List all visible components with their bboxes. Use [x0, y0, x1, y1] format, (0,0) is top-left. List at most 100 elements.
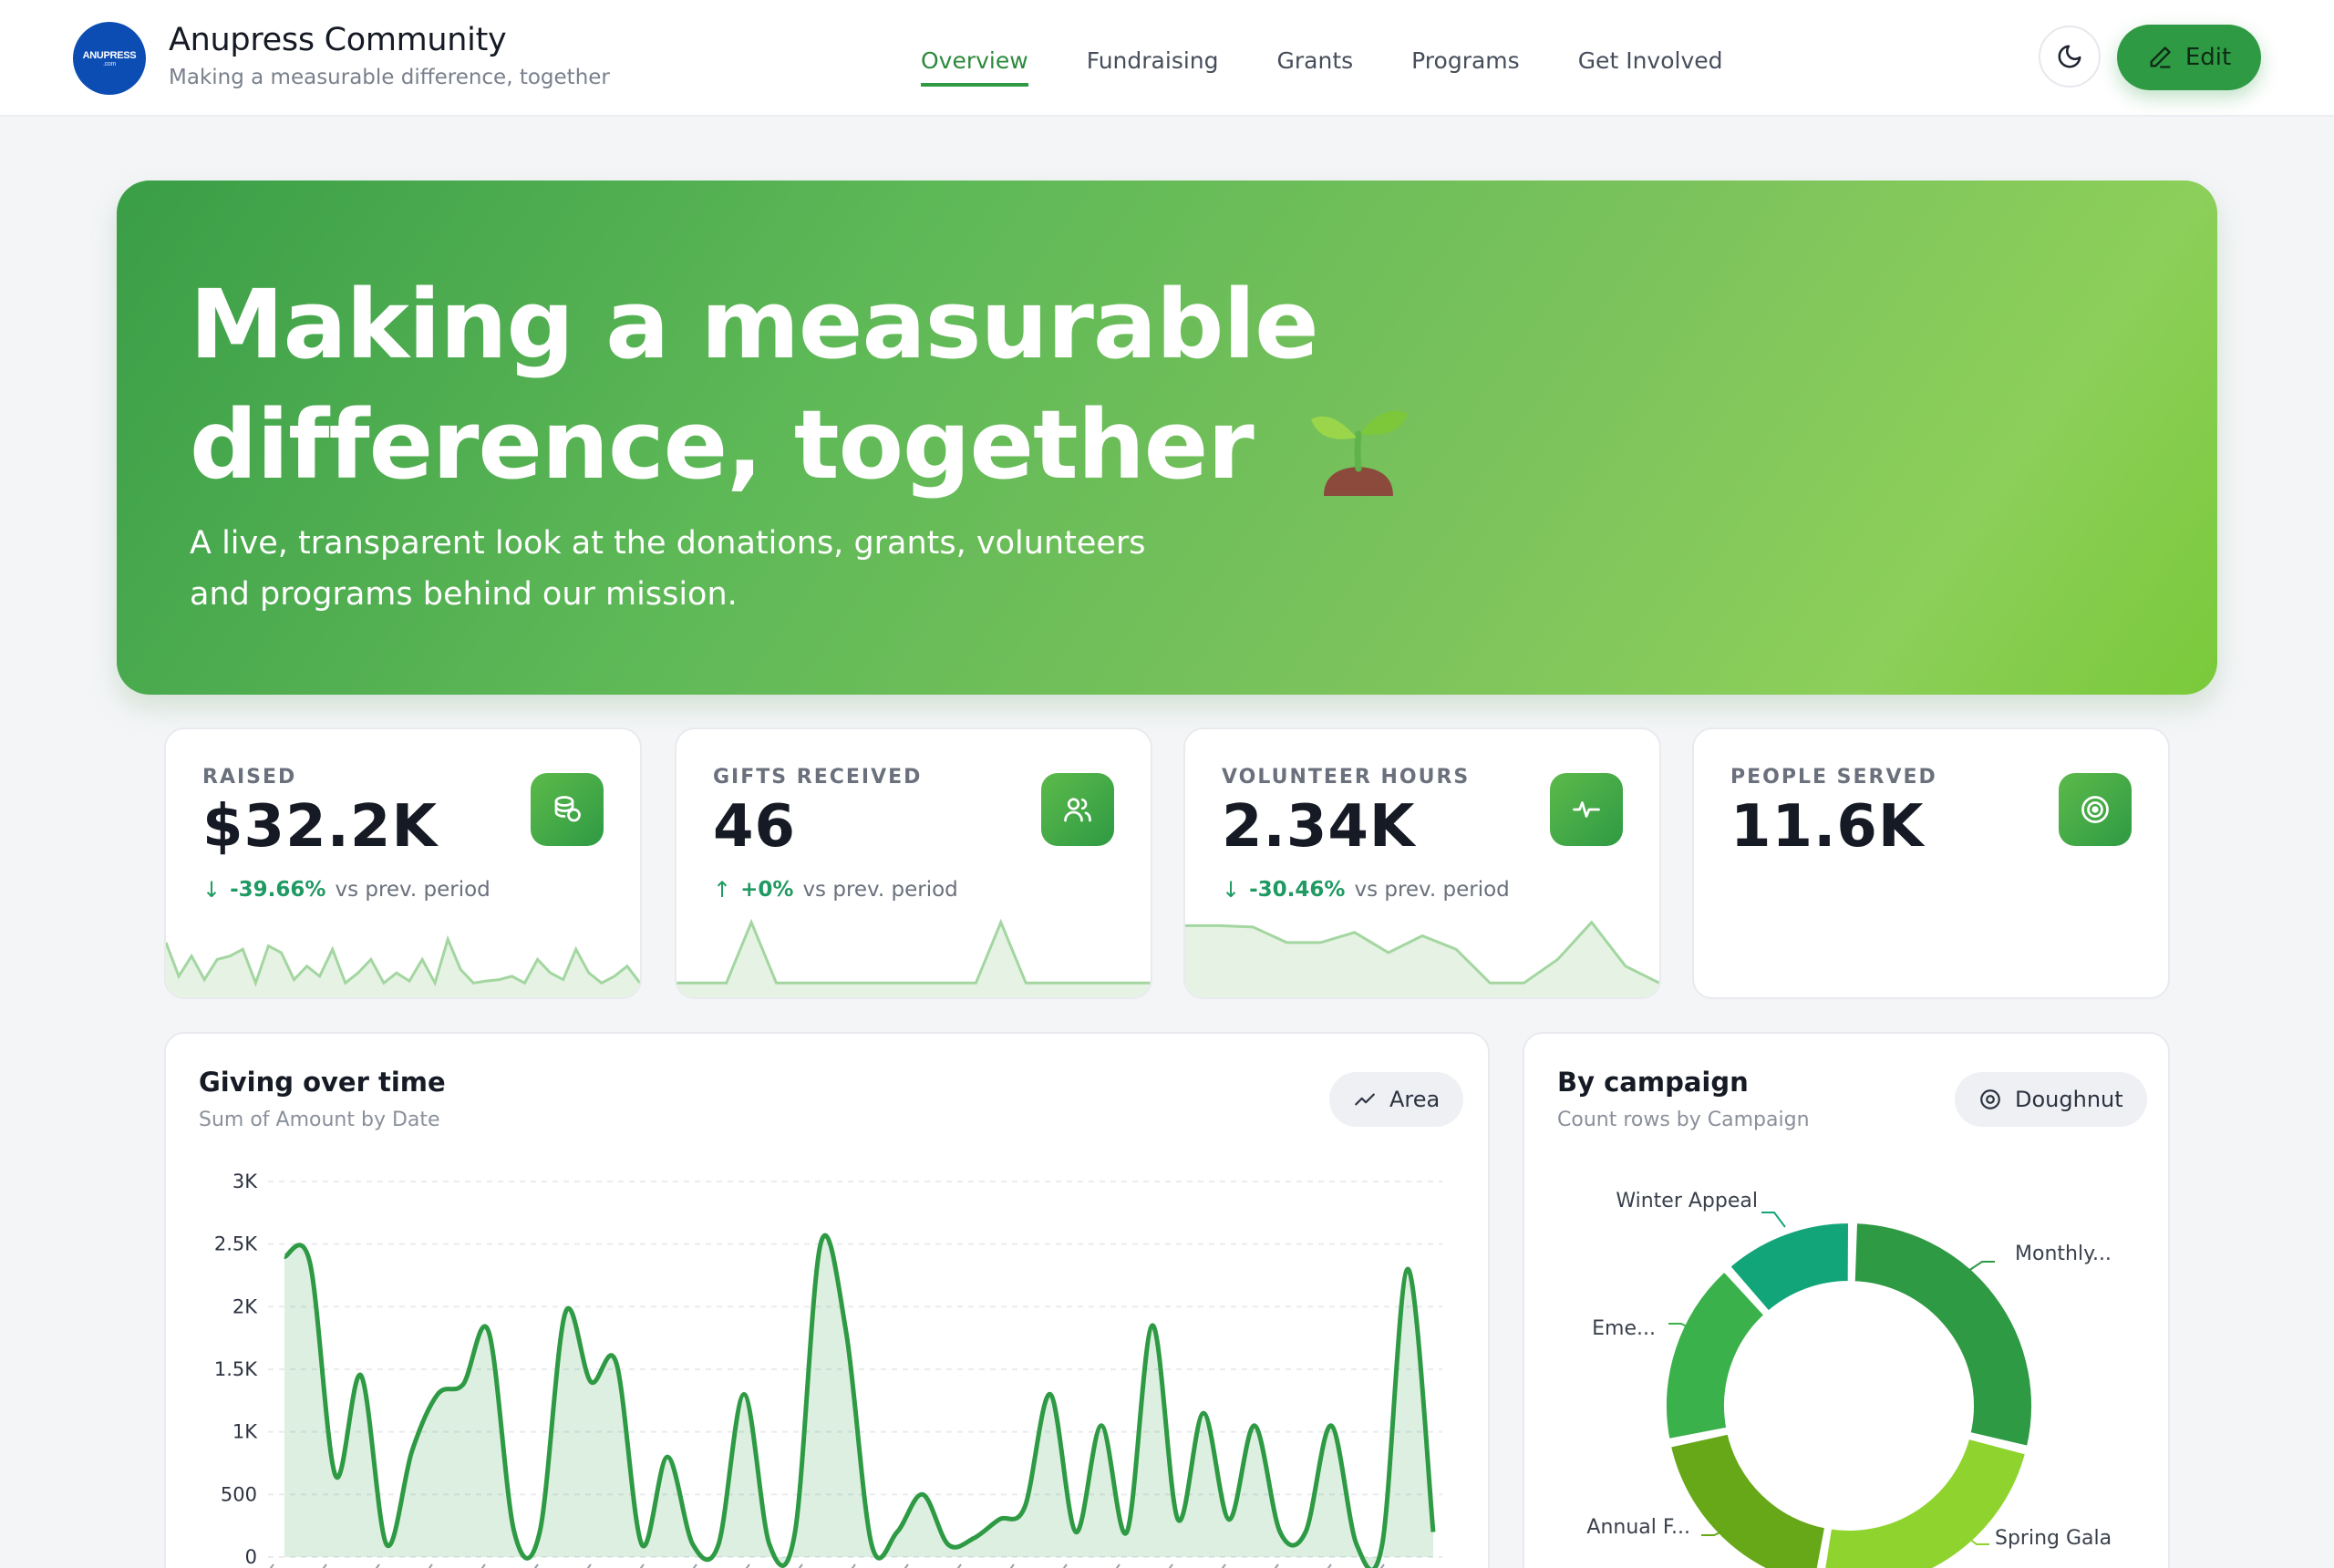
nav-grants[interactable]: Grants [1277, 47, 1354, 87]
stat-icon-box [1550, 773, 1623, 846]
area-chart: 0 500 1K 1.5K 2K 2.5K 3K [214, 1171, 1442, 1568]
top-header: ANUPRESS .com Anupress Community Making … [0, 0, 2334, 117]
stat-card-raised: RAISED $32.2K ↓ -39.66% vs prev. period [164, 727, 642, 999]
slice-label: Eme... [1592, 1317, 1656, 1340]
x-tick-mark [586, 1563, 592, 1568]
y-tick-label: 0 [245, 1546, 257, 1568]
x-tick-mark [639, 1563, 645, 1568]
edit-button[interactable]: Edit [2117, 25, 2261, 90]
stat-value: $32.2K [202, 793, 439, 861]
stat-change: ↓ -39.66% vs prev. period [202, 877, 491, 903]
stat-change-suffix: vs prev. period [1354, 878, 1510, 902]
hero-description: A live, transparent look at the donation… [190, 525, 1146, 613]
x-tick-mark [851, 1563, 856, 1568]
by-campaign-panel: By campaign Count rows by Campaign Dough… [1523, 1032, 2170, 1568]
stat-icon-box [531, 773, 604, 846]
x-tick-mark [1009, 1563, 1015, 1568]
sparkline-raised [166, 934, 640, 997]
stat-change-value: -30.46% [1249, 878, 1346, 902]
hero-banner: Making a measurable difference, together… [117, 181, 2217, 695]
stat-card-gifts: GIFTS RECEIVED 46 ↑ +0% vs prev. period [675, 727, 1152, 999]
slice-label: Monthly... [2015, 1243, 2112, 1265]
arrow-down-icon: ↓ [1222, 877, 1241, 903]
x-tick-mark [1274, 1563, 1279, 1568]
y-tick-label: 2.5K [214, 1233, 258, 1255]
x-tick-mark [798, 1563, 803, 1568]
stat-change: ↓ -30.46% vs prev. period [1222, 877, 1510, 903]
doughnut-slice[interactable] [1667, 1430, 1829, 1568]
sparkline-gifts [676, 918, 1151, 997]
stat-card-volunteer: VOLUNTEER HOURS 2.34K ↓ -30.46% vs prev.… [1183, 727, 1661, 999]
moon-icon [2058, 45, 2081, 68]
arrow-down-icon: ↓ [202, 877, 222, 903]
brand-subtitle: Making a measurable difference, together [169, 66, 610, 89]
slice-leader-line [1761, 1212, 1786, 1228]
brand-logo[interactable]: ANUPRESS .com [73, 22, 146, 95]
x-tick-mark [375, 1563, 380, 1568]
stat-label: PEOPLE SERVED [1730, 766, 1937, 789]
activity-icon [1573, 801, 1600, 818]
stat-value: 46 [713, 793, 797, 861]
doughnut-slice[interactable] [1663, 1268, 1768, 1443]
stat-card-people: PEOPLE SERVED 11.6K [1692, 727, 2170, 999]
x-tick-mark [1327, 1563, 1332, 1568]
stat-change-value: +0% [740, 878, 794, 902]
area-fill [284, 1235, 1433, 1568]
x-tick-mark [1168, 1563, 1173, 1568]
brand-title: Anupress Community [169, 22, 507, 58]
pencil-icon [2150, 46, 2171, 68]
sprout-icon [1310, 410, 1408, 496]
stat-change-value: -39.66% [230, 878, 326, 902]
x-tick-mark [1062, 1563, 1068, 1568]
stat-value: 2.34K [1222, 793, 1416, 861]
x-tick-mark [1115, 1563, 1121, 1568]
sparkline-area [1185, 922, 1659, 997]
x-tick-mark [745, 1563, 750, 1568]
doughnut-chart: Monthly... Spring Gala Annual F... Eme... Wi… [1586, 1190, 2112, 1568]
doughnut-slice[interactable] [1851, 1220, 2035, 1449]
y-tick-label: 3K [232, 1171, 258, 1192]
x-tick-mark [533, 1563, 539, 1568]
arrow-up-icon: ↑ [713, 877, 732, 903]
nav-fundraising[interactable]: Fundraising [1087, 47, 1219, 87]
nav-overview[interactable]: Overview [921, 47, 1028, 87]
x-tick-mark [269, 1563, 274, 1568]
x-tick-mark [904, 1563, 909, 1568]
stat-change: ↑ +0% vs prev. period [713, 877, 958, 903]
stat-label: RAISED [202, 766, 297, 789]
stat-icon-box [2059, 773, 2132, 846]
nav-get-involved[interactable]: Get Involved [1578, 47, 1723, 87]
hero-title-line2: difference, together [190, 389, 1255, 500]
hero-title-line1: Making a measurable [190, 269, 1319, 380]
y-tick-label: 500 [221, 1483, 257, 1505]
slice-label: Spring Gala [1995, 1527, 2112, 1550]
main-nav: Overview Fundraising Grants Programs Get… [921, 47, 1781, 87]
x-tick-mark [1379, 1563, 1385, 1568]
brand-block: Anupress Community Making a measurable d… [169, 22, 610, 89]
nav-programs[interactable]: Programs [1411, 47, 1520, 87]
logo-sub: .com [103, 60, 116, 67]
slice-label: Winter Appeal [1616, 1190, 1758, 1212]
target-icon [2081, 796, 2109, 823]
logo-text: ANUPRESS [82, 49, 137, 61]
stat-value: 11.6K [1730, 793, 1925, 861]
x-tick-mark [480, 1563, 486, 1568]
giving-over-time-panel: Giving over time Sum of Amount by Date A… [164, 1032, 1490, 1568]
stat-label: GIFTS RECEIVED [713, 766, 923, 789]
x-tick-mark [956, 1563, 962, 1568]
sparkline-volunteer [1185, 920, 1659, 997]
x-tick-mark [428, 1563, 433, 1568]
theme-toggle-button[interactable] [2039, 26, 2101, 88]
hero-title: Making a measurable difference, together [190, 264, 1466, 507]
y-tick-label: 1K [232, 1421, 258, 1443]
stat-change-suffix: vs prev. period [335, 878, 491, 902]
edit-label: Edit [2184, 44, 2232, 71]
x-tick-mark [322, 1563, 327, 1568]
stat-change-suffix: vs prev. period [802, 878, 958, 902]
stat-icon-box [1041, 773, 1114, 846]
x-tick-mark [1221, 1563, 1226, 1568]
coins-icon [554, 796, 581, 822]
y-tick-label: 2K [232, 1295, 258, 1317]
x-tick-mark [692, 1563, 697, 1568]
y-tick-label: 1.5K [214, 1358, 258, 1380]
